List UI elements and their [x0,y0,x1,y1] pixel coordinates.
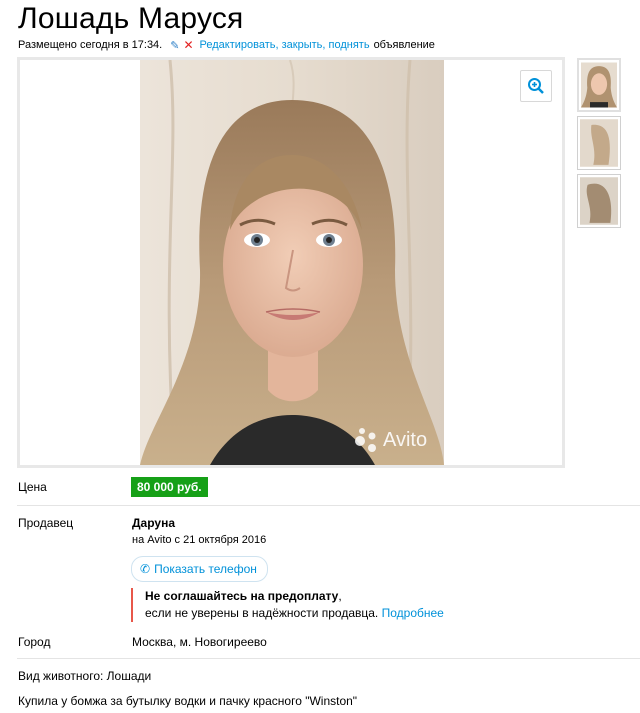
zoom-in-icon [528,78,544,94]
seller-label: Продавец [18,516,74,530]
avito-watermark: Avito [383,429,428,451]
main-photo[interactable]: Avito [140,60,444,465]
ad-title: Лошадь Маруся [18,2,244,35]
animal-type: Вид животного: Лошади [18,669,152,683]
ad-description: Купила у бомжа за бутылку водки и пачку … [18,694,358,708]
delete-x-icon[interactable]: ✕ [183,38,193,52]
warning-bold: Не соглашайтесь на предоплату [145,589,339,603]
prepayment-warning: Не соглашайтесь на предоплату, если не у… [131,588,444,622]
show-phone-button[interactable]: ✆ Показать телефон [131,556,268,582]
warning-comma: , [338,589,342,603]
divider [17,505,640,506]
gallery-thumb-2[interactable] [577,116,621,170]
pencil-icon[interactable]: ✎ [170,39,179,52]
show-phone-label: Показать телефон [154,562,257,576]
price-label: Цена [18,480,47,494]
seller-since: на Avito с 21 октября 2016 [132,534,267,546]
warning-text: если не уверены в надёжности продавца. [145,606,379,620]
divider [17,658,640,659]
manage-ad-tail: объявление [373,39,435,51]
gallery-thumb-3[interactable] [577,174,621,228]
city-label: Город [18,635,51,649]
seller-name[interactable]: Даруна [132,516,175,530]
city-value: Москва, м. Новогиреево [132,635,267,649]
zoom-button[interactable] [520,70,552,102]
manage-ad-link[interactable]: Редактировать, закрыть, поднять [200,39,370,51]
posted-date: Размещено сегодня в 17:34. [18,39,163,51]
main-photo-frame[interactable]: Avito [17,57,565,468]
more-link[interactable]: Подробнее [382,606,444,620]
price-badge: 80 000 руб. [131,477,208,497]
ad-meta: Размещено сегодня в 17:34. ✎ ✕ Редактиро… [18,38,435,52]
phone-icon: ✆ [140,562,151,576]
gallery-thumb-1[interactable] [577,58,621,112]
